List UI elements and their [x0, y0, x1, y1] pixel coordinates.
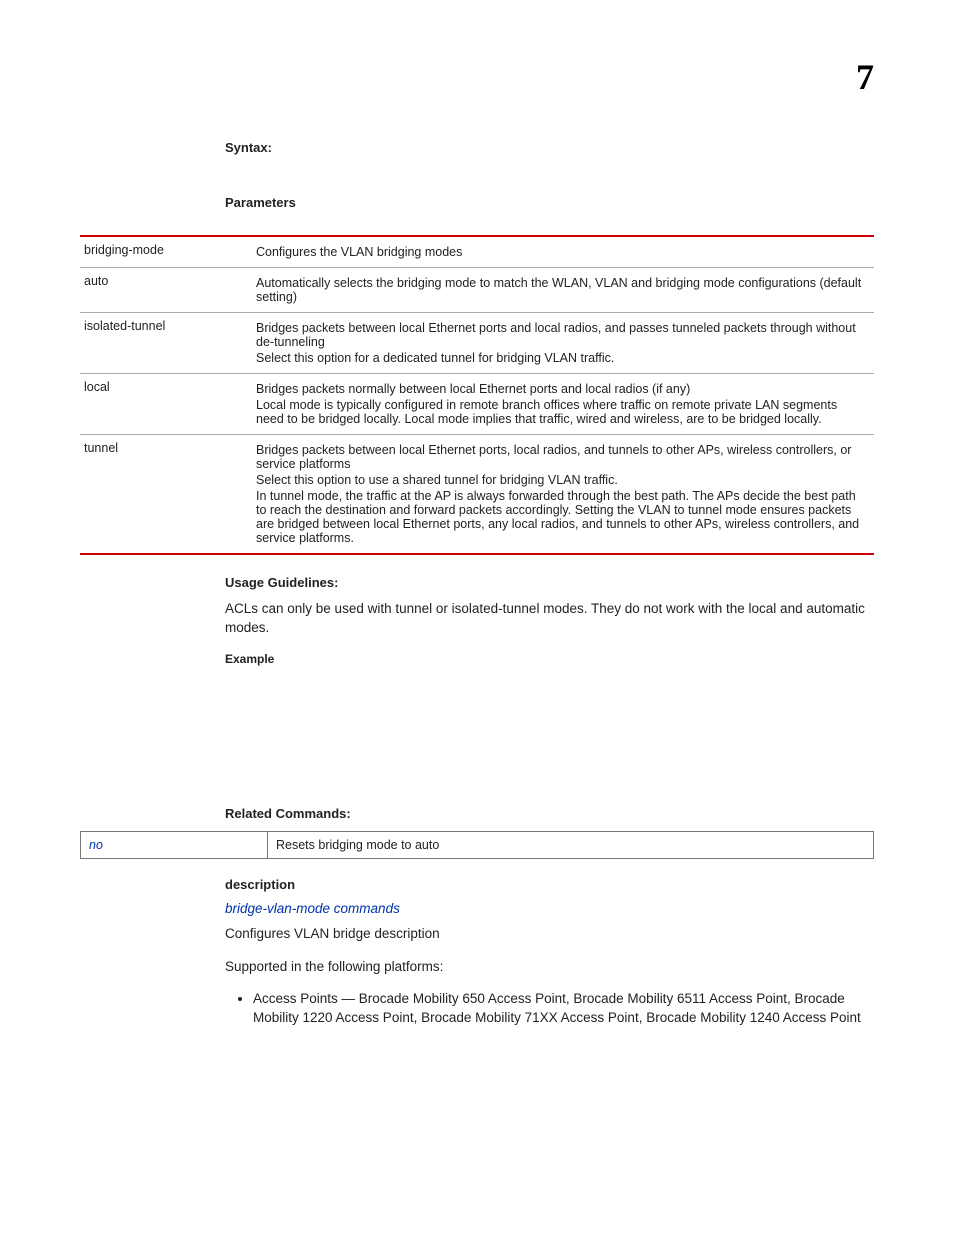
param-desc-line: Configures the VLAN bridging modes — [256, 245, 866, 259]
description-line1: Configures VLAN bridge description — [225, 925, 874, 944]
usage-guidelines-heading: Usage Guidelines: — [225, 575, 874, 590]
parameters-heading: Parameters — [225, 195, 874, 210]
no-command-link[interactable]: no — [89, 838, 103, 852]
param-desc-line: Bridges packets normally between local E… — [256, 382, 866, 396]
related-commands-heading: Related Commands: — [225, 806, 874, 821]
bridge-vlan-mode-commands-link[interactable]: bridge-vlan-mode commands — [225, 901, 400, 916]
param-name: local — [80, 374, 252, 435]
usage-guidelines-text: ACLs can only be used with tunnel or iso… — [225, 600, 874, 638]
example-heading: Example — [225, 652, 874, 666]
syntax-heading: Syntax: — [225, 140, 874, 155]
param-desc-line: Automatically selects the bridging mode … — [256, 276, 866, 304]
list-item: Access Points — Brocade Mobility 650 Acc… — [253, 990, 874, 1028]
related-cmd-desc: Resets bridging mode to auto — [268, 831, 874, 858]
description-heading: description — [225, 877, 874, 892]
table-row: bridging-mode Configures the VLAN bridgi… — [80, 236, 874, 268]
param-desc-line: Select this option to use a shared tunne… — [256, 473, 866, 487]
table-row: tunnel Bridges packets between local Eth… — [80, 435, 874, 555]
param-desc-line: In tunnel mode, the traffic at the AP is… — [256, 489, 866, 545]
description-line2: Supported in the following platforms: — [225, 958, 874, 977]
param-desc: Configures the VLAN bridging modes — [252, 236, 874, 268]
param-desc-line: Local mode is typically configured in re… — [256, 398, 866, 426]
related-cmd-name: no — [81, 831, 268, 858]
table-row: no Resets bridging mode to auto — [81, 831, 874, 858]
table-row: auto Automatically selects the bridging … — [80, 268, 874, 313]
param-name: isolated-tunnel — [80, 313, 252, 374]
param-desc-line: Select this option for a dedicated tunne… — [256, 351, 866, 365]
related-commands-table: no Resets bridging mode to auto — [80, 831, 874, 859]
param-name: auto — [80, 268, 252, 313]
param-desc: Automatically selects the bridging mode … — [252, 268, 874, 313]
page-number: 7 — [856, 56, 874, 98]
param-desc: Bridges packets normally between local E… — [252, 374, 874, 435]
param-name: bridging-mode — [80, 236, 252, 268]
supported-platforms-list: Access Points — Brocade Mobility 650 Acc… — [253, 990, 874, 1028]
param-desc: Bridges packets between local Ethernet p… — [252, 435, 874, 555]
parameters-table: bridging-mode Configures the VLAN bridgi… — [80, 235, 874, 555]
param-desc-line: Bridges packets between local Ethernet p… — [256, 443, 866, 471]
param-name: tunnel — [80, 435, 252, 555]
param-desc: Bridges packets between local Ethernet p… — [252, 313, 874, 374]
param-desc-line: Bridges packets between local Ethernet p… — [256, 321, 866, 349]
table-row: isolated-tunnel Bridges packets between … — [80, 313, 874, 374]
table-row: local Bridges packets normally between l… — [80, 374, 874, 435]
